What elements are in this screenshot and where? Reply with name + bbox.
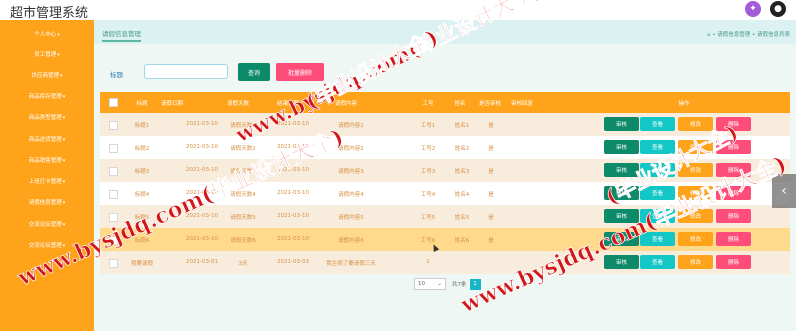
edit-button[interactable]: 修改 (678, 255, 713, 269)
search-label: 标题 (110, 71, 123, 79)
sidebar-item[interactable]: 交流论坛管理▾ (0, 220, 94, 228)
app-title: 超市管理系统 (10, 6, 89, 21)
chevron-down-icon: ▾ (62, 200, 66, 206)
column-header: 审核回复 (510, 101, 533, 107)
table-cell: 请假内容3 (338, 169, 364, 175)
audit-button[interactable]: 审核 (604, 140, 639, 154)
sidebar-item-label: 请假信息管理 (28, 200, 62, 206)
sidebar-item[interactable]: 商品库存管理▾ (0, 92, 94, 100)
delete-button[interactable]: 删除 (716, 255, 751, 269)
top-bar: 超市管理系统 ✦ ● (0, 0, 796, 21)
page-size-select[interactable]: 10 ⌄ (414, 278, 446, 290)
breadcrumb-sep: • (712, 32, 716, 38)
table-cell: 2021-03-03 (277, 259, 309, 265)
home-icon[interactable]: ⌂ (707, 32, 711, 38)
chevron-down-icon: ▾ (62, 115, 66, 121)
chevron-down-icon: ▾ (60, 73, 63, 79)
theme-icon[interactable]: ✦ (745, 1, 761, 17)
user-avatar-icon[interactable]: ● (770, 1, 786, 17)
sidebar-item-label: 上班打卡管理 (28, 179, 62, 185)
query-button[interactable]: 查询 (238, 63, 270, 81)
breadcrumb-sep: • (751, 32, 756, 38)
table-cell: 请假内容5 (338, 215, 364, 221)
table-header: 标题 请假日期 请假天数 结束日期 请假内容 工号 姓名 是否审核 审核回复 操作 (100, 92, 790, 113)
select-all-checkbox[interactable] (109, 98, 118, 107)
sidebar-item-label: 交流论坛管理 (28, 222, 62, 228)
table-cell: 我要请假 (130, 261, 153, 267)
table-cell: 3天 (238, 261, 248, 267)
sidebar-item[interactable]: 商品进货管理▾ (0, 135, 94, 143)
table-cell: 是 (488, 238, 494, 244)
delete-button[interactable]: 删除 (716, 232, 751, 246)
tab-leave-info[interactable]: 请假信息管理 (102, 28, 141, 42)
table-cell: 我生病了要请假三天 (326, 261, 376, 267)
table-cell: 标题2 (134, 146, 150, 152)
sidebar-item-label: 商品类型管理 (28, 115, 62, 121)
sidebar-item[interactable]: 员工管理▾ (0, 50, 94, 58)
sidebar-item[interactable]: 商品销售管理▾ (0, 156, 94, 164)
sidebar-item[interactable]: 供应商管理▾ (0, 71, 94, 79)
chevron-down-icon: ⌄ (437, 281, 442, 287)
column-header: 操作 (678, 101, 690, 107)
table-cell: 是 (488, 215, 494, 221)
breadcrumb: ⌂ • 请假信息管理 • 请假信息列表 (707, 30, 790, 38)
column-header: 请假天数 (226, 101, 249, 107)
breadcrumb-level1[interactable]: 请假信息管理 (717, 32, 750, 38)
sidebar-item-label: 个人中心 (34, 32, 57, 38)
chevron-down-icon: ▾ (62, 179, 66, 185)
sidebar-item[interactable]: 个人中心▾ (0, 30, 94, 38)
sidebar: 个人中心▾ 员工管理▾ 供应商管理▾ 商品库存管理▾ 商品类型管理▾ 商品进货管理▾ 商品销… (0, 20, 94, 331)
table-cell: 标题3 (134, 169, 150, 175)
table-cell: 2021-03-10 (277, 190, 309, 196)
sidebar-item-label: 员工管理 (34, 52, 57, 58)
table-row[interactable]: 标题6 2021-03-10 请假天数6 2021-03-10 请假内容6 工号6 姓名6 是… (100, 228, 790, 251)
main-content: 请假信息管理 ⌂ • 请假信息管理 • 请假信息列表 标题 查询 批量删除 标题… (94, 20, 796, 331)
table-cell: 2021-03-10 (277, 236, 309, 242)
table-cell: 请假天数6 (230, 238, 256, 244)
page-size-value: 10 (418, 281, 425, 287)
table-row[interactable]: 我要请假 2021-03-01 3天 2021-03-03 我生病了要请假三天 1 审核 查看… (100, 251, 790, 274)
table-cell: 请假内容6 (338, 238, 364, 244)
sidebar-item-label: 商品进货管理 (28, 137, 62, 143)
sidebar-item[interactable]: 商品类型管理▾ (0, 113, 94, 121)
table-cell: 是 (488, 169, 494, 175)
breadcrumb-level2: 请假信息列表 (756, 32, 790, 38)
audit-button[interactable]: 审核 (604, 117, 639, 131)
table-row[interactable]: 标题1 2021-03-10 请假天数1 2021-03-10 请假内容1 工号1 姓名1 是… (100, 113, 790, 136)
title-search-input[interactable] (144, 64, 228, 79)
table-cell: 2021-03-10 (277, 213, 309, 219)
sidebar-item-label: 商品销售管理 (28, 158, 62, 164)
chevron-down-icon: ▾ (62, 158, 66, 164)
chevron-down-icon: ▾ (62, 137, 66, 143)
audit-button[interactable]: 审核 (604, 255, 639, 269)
edit-button[interactable]: 修改 (678, 232, 713, 246)
sidebar-item[interactable]: 上班打卡管理▾ (0, 177, 94, 185)
chevron-down-icon: ▾ (62, 94, 66, 100)
table-cell: 是 (488, 146, 494, 152)
chevron-down-icon: ▾ (57, 32, 60, 38)
table-cell: 标题1 (134, 123, 150, 129)
chevron-down-icon: ▾ (62, 222, 66, 228)
sidebar-item[interactable]: 请假信息管理▾ (0, 198, 94, 206)
table-cell: 是 (488, 192, 494, 198)
table-cell: 请假内容4 (338, 192, 364, 198)
chevron-down-icon: ▾ (57, 52, 60, 58)
table-cell: 请假天数5 (230, 215, 256, 221)
view-button[interactable]: 查看 (640, 255, 675, 269)
table-cell: 1 (426, 259, 430, 265)
column-header: 请假日期 (160, 101, 183, 107)
table-cell: 是 (488, 123, 494, 129)
sidebar-item-label: 供应商管理 (31, 73, 59, 79)
sidebar-item-label: 商品库存管理 (28, 94, 62, 100)
view-button[interactable]: 查看 (640, 117, 675, 131)
delete-button[interactable]: 删除 (716, 209, 751, 223)
